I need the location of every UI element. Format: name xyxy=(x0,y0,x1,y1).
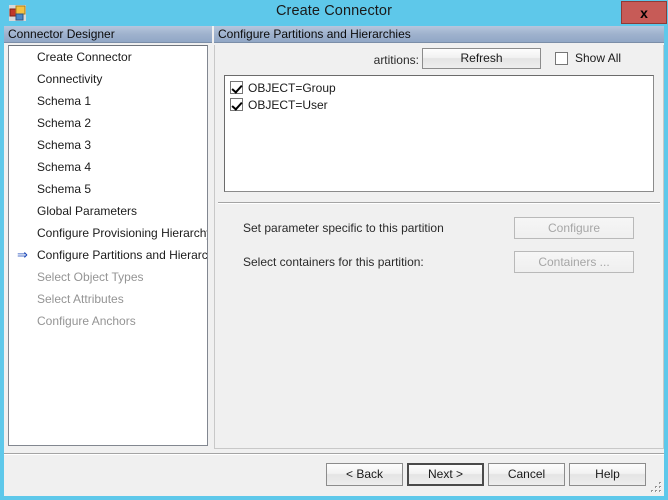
show-all-label: Show All xyxy=(575,51,622,65)
partitions-toolbar: artitions: Refresh Show All xyxy=(215,45,663,75)
sidebar-item-label: Schema 5 xyxy=(37,182,92,196)
sidebar-item-global-parameters[interactable]: Global Parameters xyxy=(9,200,207,222)
partitions-listbox[interactable]: OBJECT=Group OBJECT=User xyxy=(224,75,654,192)
sidebar-item-schema-3[interactable]: Schema 3 xyxy=(9,134,207,156)
current-step-arrow-icon: ⇒ xyxy=(17,247,28,262)
help-button[interactable]: Help xyxy=(569,463,646,486)
main-panel-header: Configure Partitions and Hierarchies xyxy=(214,26,664,43)
sidebar-item-select-object-types: Select Object Types xyxy=(9,266,207,288)
partitions-label: artitions: xyxy=(373,53,419,67)
section-divider xyxy=(218,202,660,204)
partition-label: OBJECT=Group xyxy=(248,80,336,95)
checkbox-icon xyxy=(555,51,568,65)
sidebar-item-configure-provisioning-hierarchy[interactable]: Configure Provisioning Hierarchy xyxy=(9,222,207,244)
sidebar-item-schema-1[interactable]: Schema 1 xyxy=(9,90,207,112)
sidebar-item-label: Schema 2 xyxy=(37,116,92,130)
sidebar-item-schema-4[interactable]: Schema 4 xyxy=(9,156,207,178)
sidebar-item-connectivity[interactable]: Connectivity xyxy=(9,68,207,90)
sidebar-item-label: Select Attributes xyxy=(37,292,124,306)
containers-button[interactable]: Containers ... xyxy=(514,251,634,273)
sidebar-item-select-attributes: Select Attributes xyxy=(9,288,207,310)
sidebar-item-configure-partitions-and-hierarchies[interactable]: ⇒ Configure Partitions and Hierarchies xyxy=(9,244,207,266)
next-button[interactable]: Next > xyxy=(407,463,484,486)
client-area: Connector Designer Create Connector Conn… xyxy=(4,26,664,496)
checkbox-icon[interactable] xyxy=(230,81,243,94)
sidebar-item-label: Global Parameters xyxy=(37,204,138,218)
sidebar-item-configure-anchors: Configure Anchors xyxy=(9,310,207,332)
sidebar-item-schema-5[interactable]: Schema 5 xyxy=(9,178,207,200)
sidebar-item-label: Schema 3 xyxy=(37,138,92,152)
footer-bar: < Back Next > Cancel Help xyxy=(4,455,664,496)
sidebar-tree[interactable]: Create Connector Connectivity Schema 1 S… xyxy=(8,45,208,446)
checkbox-icon[interactable] xyxy=(230,98,243,111)
configure-parameter-label: Set parameter specific to this partition xyxy=(243,221,444,235)
window-title: Create Connector xyxy=(275,3,393,19)
wizard-page: artitions: Refresh Show All OBJECT=Group xyxy=(214,45,664,449)
sidebar-item-label: Configure Partitions and Hierarchies xyxy=(37,248,208,262)
list-item[interactable]: OBJECT=User xyxy=(225,96,653,113)
sidebar-item-label: Select Object Types xyxy=(37,270,144,284)
sidebar-item-schema-2[interactable]: Schema 2 xyxy=(9,112,207,134)
sidebar-item-label: Connectivity xyxy=(37,72,103,86)
sidebar-item-label: Schema 4 xyxy=(37,160,92,174)
configure-button[interactable]: Configure xyxy=(514,217,634,239)
back-button[interactable]: < Back xyxy=(326,463,403,486)
sidebar-item-label: Schema 1 xyxy=(37,94,92,108)
main-panel: Configure Partitions and Hierarchies art… xyxy=(214,26,664,449)
close-icon[interactable]: x xyxy=(621,1,667,24)
resize-grip-icon[interactable] xyxy=(649,481,662,494)
cancel-button[interactable]: Cancel xyxy=(488,463,565,486)
sidebar-item-label: Create Connector xyxy=(37,50,132,64)
show-all-checkbox[interactable]: Show All xyxy=(555,51,621,65)
configure-parameter-row: Set parameter specific to this partition… xyxy=(215,217,663,241)
partition-label: OBJECT=User xyxy=(248,97,328,112)
list-item[interactable]: OBJECT=Group xyxy=(225,79,653,96)
select-containers-row: Select containers for this partition: Co… xyxy=(215,251,663,275)
sidebar-item-create-connector[interactable]: Create Connector xyxy=(9,46,207,68)
sidebar-item-label: Configure Provisioning Hierarchy xyxy=(37,226,208,240)
sidebar-panel: Connector Designer Create Connector Conn… xyxy=(4,26,212,449)
refresh-button[interactable]: Refresh xyxy=(422,48,541,69)
sidebar-item-label: Configure Anchors xyxy=(37,314,136,328)
titlebar: Create Connector x xyxy=(0,0,668,26)
sidebar-header: Connector Designer xyxy=(4,26,212,43)
create-connector-window: Create Connector x Connector Designer Cr… xyxy=(0,0,668,500)
select-containers-label: Select containers for this partition: xyxy=(243,255,424,269)
